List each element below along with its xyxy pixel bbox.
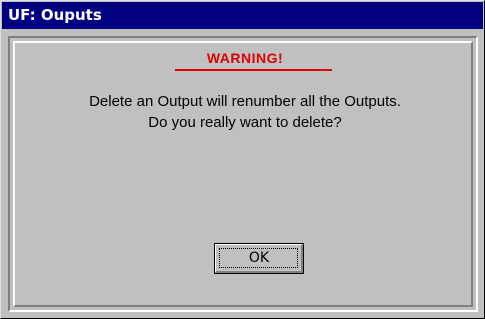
ok-button-label: OK — [248, 250, 270, 266]
warning-heading: WARNING! — [206, 50, 284, 66]
window-title: UF: Ouputs — [8, 6, 102, 24]
ok-button[interactable]: OK — [214, 243, 304, 274]
warning-underline — [175, 69, 332, 71]
dialog-frame: WARNING! Delete an Output will renumber … — [8, 36, 478, 312]
title-bar[interactable]: UF: Ouputs — [2, 2, 483, 29]
warning-message: Delete an Output will renumber all the O… — [10, 91, 480, 133]
message-line-2: Do you really want to delete? — [148, 114, 342, 131]
message-line-1: Delete an Output will renumber all the O… — [89, 93, 401, 110]
dialog-window: UF: Ouputs WARNING! Delete an Output wil… — [0, 0, 485, 319]
